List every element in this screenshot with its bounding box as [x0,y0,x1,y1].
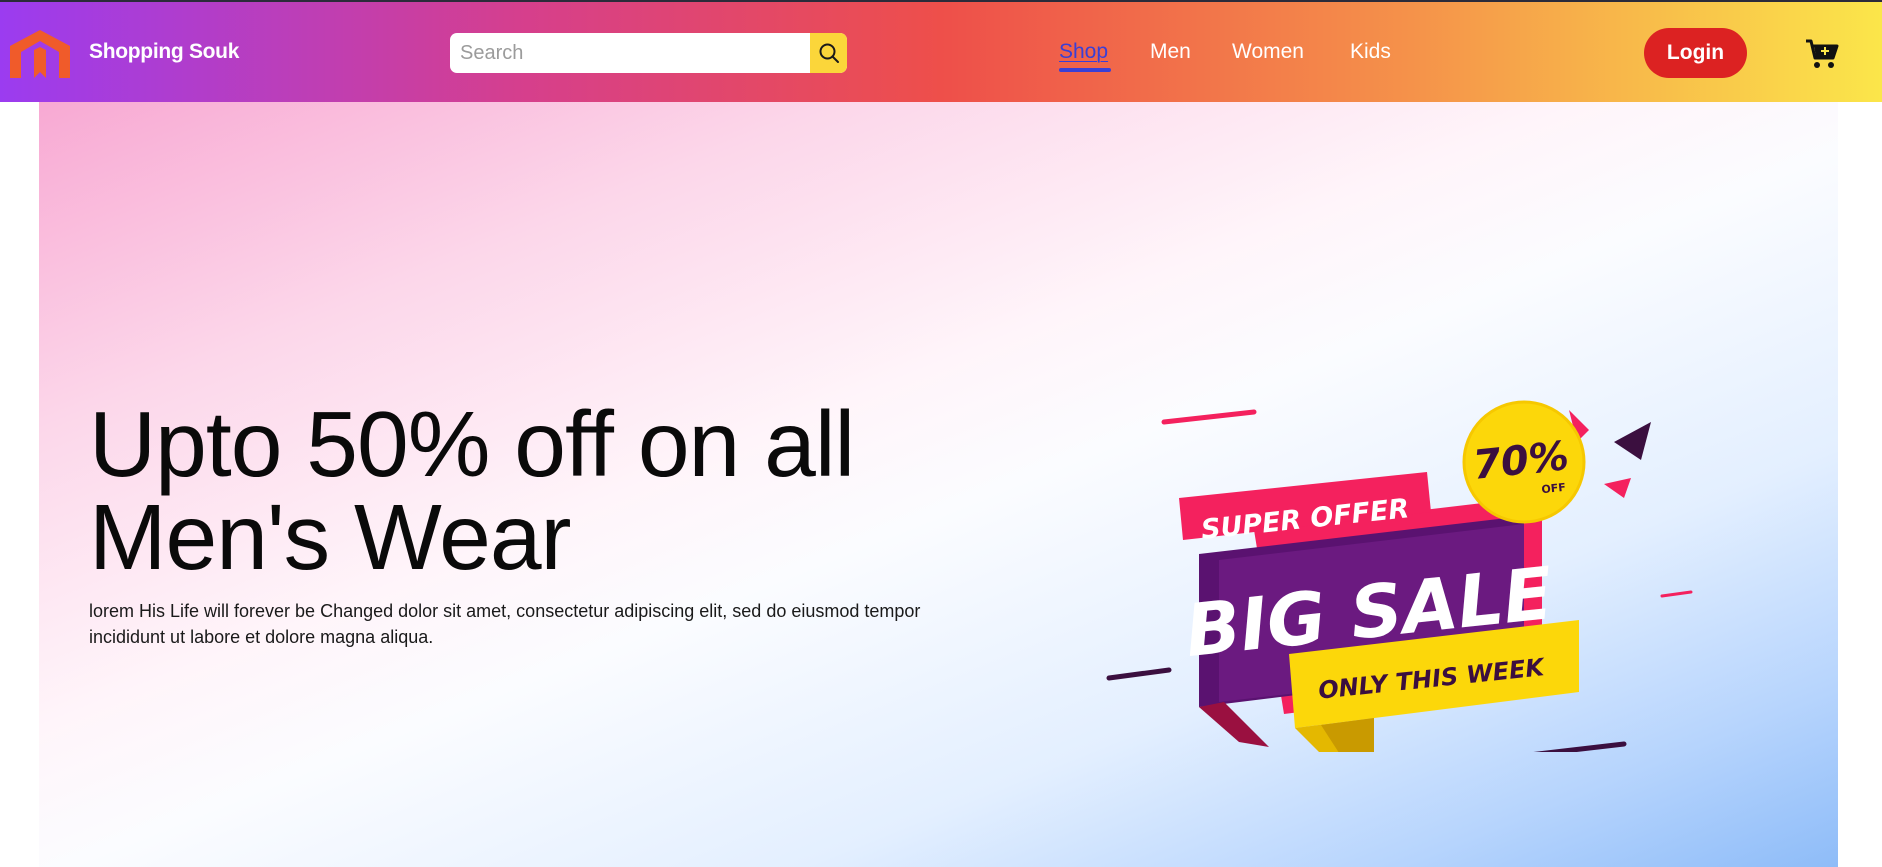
header-bar: Shopping Souk Shop Men Women Kids Login [0,0,1882,102]
brand-name[interactable]: Shopping Souk [89,40,239,64]
big-sale-banner: 70% OFF SUPER OFFER BIG SALE ONLY THIS W… [1106,400,1693,752]
cart-plus-icon[interactable] [1805,38,1839,70]
search-input[interactable] [450,33,810,73]
hero-banner: Upto 50% off on all Men's Wear lorem His… [39,102,1838,867]
search-button[interactable] [810,33,847,73]
discount-suffix: OFF [1541,481,1567,496]
login-button[interactable]: Login [1644,28,1747,78]
nav-link-men[interactable]: Men [1150,40,1191,64]
nav-active-indicator [1059,68,1111,72]
hero-headline: Upto 50% off on all Men's Wear [89,392,855,589]
search-icon [819,43,839,63]
nav-link-kids[interactable]: Kids [1350,40,1391,64]
nav-link-shop[interactable]: Shop [1059,40,1108,64]
search-box [450,33,847,73]
nav-link-women[interactable]: Women [1232,40,1304,64]
hero-description: lorem His Life will forever be Changed d… [89,601,921,647]
brand-logo-icon[interactable] [8,28,72,80]
